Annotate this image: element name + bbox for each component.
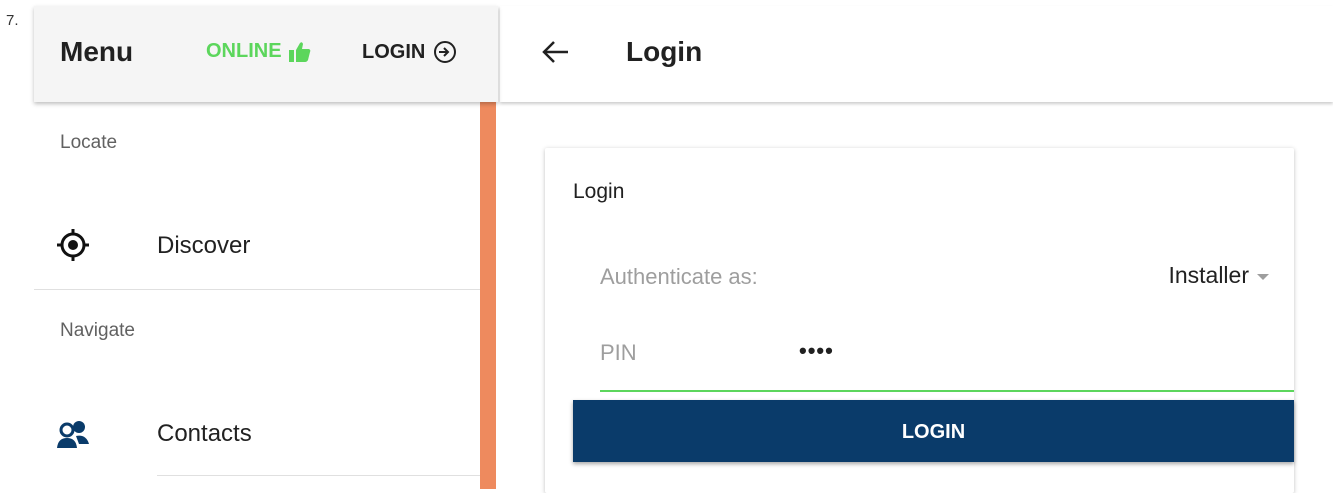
- login-card: Login Authenticate as: Installer PIN •••…: [545, 148, 1294, 493]
- menu-login-label: LOGIN: [362, 40, 426, 63]
- contacts-people-icon: [57, 421, 89, 448]
- menu-title: Menu: [60, 36, 134, 67]
- page-header: Login: [500, 6, 1333, 102]
- menu-scrollbar[interactable]: [480, 102, 496, 489]
- menu-header: Menu ONLINE LOGIN: [34, 6, 498, 102]
- thumbs-up-icon: [288, 41, 310, 62]
- crosshair-target-icon: [57, 229, 89, 261]
- back-arrow-icon[interactable]: [540, 36, 572, 68]
- menu-item-label: Discover: [157, 232, 251, 259]
- online-status: ONLINE: [206, 40, 312, 63]
- online-status-label: ONLINE: [206, 40, 282, 62]
- menu-item-label: Contacts: [157, 420, 252, 447]
- pin-label: PIN: [600, 340, 637, 365]
- section-label-locate: Locate: [60, 132, 118, 153]
- authenticate-select-value: Installer: [1168, 262, 1249, 288]
- menu-item-contacts[interactable]: Contacts: [34, 390, 480, 480]
- menu-login-link[interactable]: LOGIN: [362, 40, 457, 64]
- side-menu: Menu ONLINE LOGIN Locate Discover Naviga…: [34, 6, 498, 489]
- card-title: Login: [573, 180, 625, 203]
- authenticate-select[interactable]: Installer: [1168, 262, 1269, 289]
- section-divider: [34, 289, 480, 290]
- login-arrow-icon: [434, 41, 457, 63]
- menu-item-discover[interactable]: Discover: [34, 202, 480, 292]
- pin-input-underline: [600, 390, 1294, 392]
- authenticate-label: Authenticate as:: [600, 264, 758, 289]
- step-number: 7.: [6, 12, 19, 29]
- item-divider: [157, 475, 480, 476]
- chevron-down-icon: [1257, 273, 1269, 280]
- page-title: Login: [626, 36, 703, 67]
- section-label-navigate: Navigate: [60, 320, 135, 341]
- pin-input[interactable]: ••••: [799, 338, 834, 364]
- login-button[interactable]: LOGIN: [573, 400, 1294, 462]
